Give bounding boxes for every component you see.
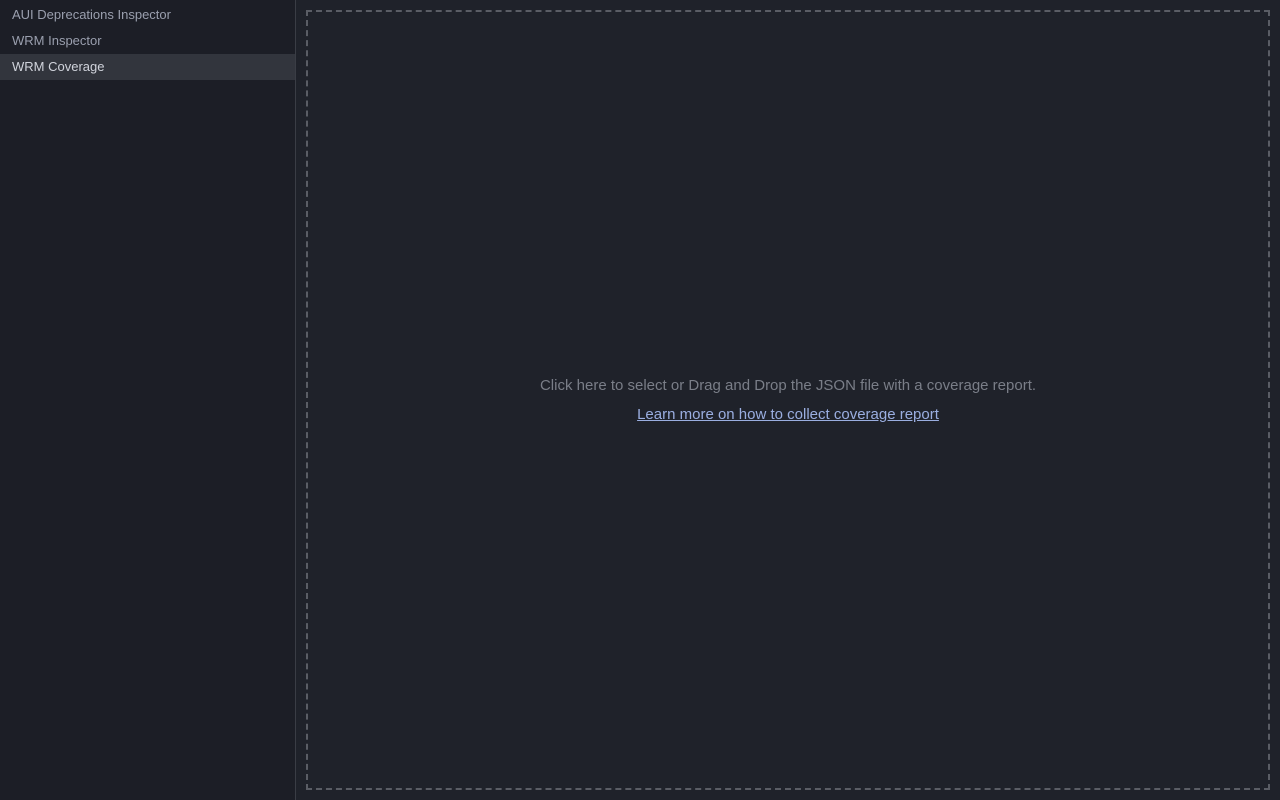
sidebar-item-wrm-coverage[interactable]: WRM Coverage [0, 54, 295, 80]
main-panel: Click here to select or Drag and Drop th… [296, 0, 1280, 800]
sidebar-item-wrm-inspector[interactable]: WRM Inspector [0, 28, 295, 54]
coverage-dropzone[interactable]: Click here to select or Drag and Drop th… [306, 10, 1270, 790]
learn-more-link[interactable]: Learn more on how to collect coverage re… [637, 406, 939, 423]
sidebar: AUI Deprecations Inspector WRM Inspector… [0, 0, 296, 800]
sidebar-item-aui-deprecations[interactable]: AUI Deprecations Inspector [0, 0, 295, 28]
dropzone-instruction: Click here to select or Drag and Drop th… [540, 377, 1036, 394]
